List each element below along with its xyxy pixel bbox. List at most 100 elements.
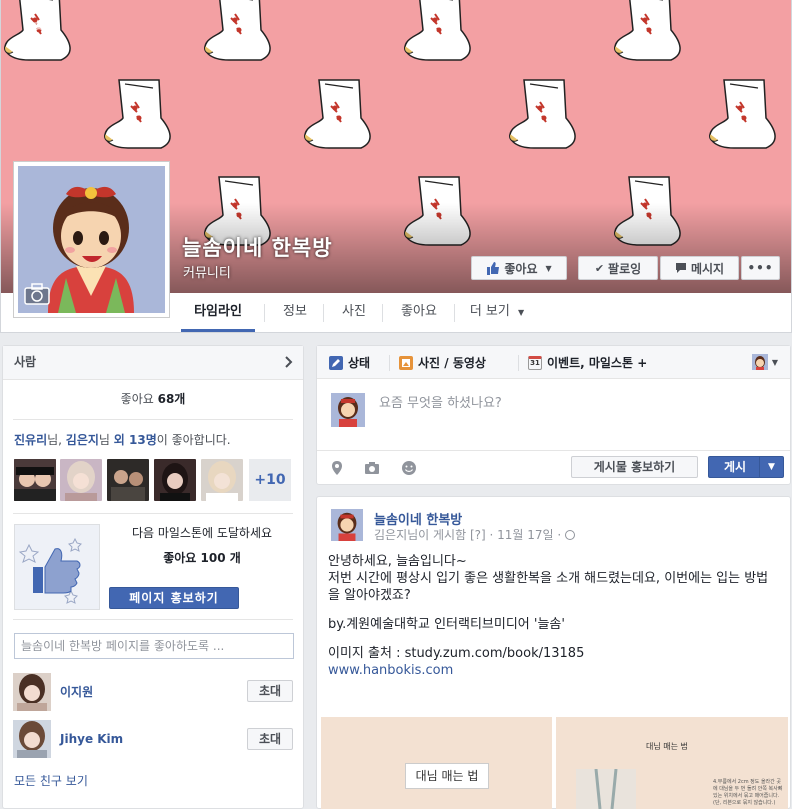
- chat-bubble-icon: [675, 263, 686, 273]
- tab-divider: [518, 355, 519, 371]
- meta-separator: [?] ·: [466, 528, 498, 542]
- composer-tab-status[interactable]: 상태: [329, 346, 370, 379]
- like-count-prefix: 좋아요: [120, 392, 158, 406]
- milestone-illustration: [14, 524, 100, 610]
- page-avatar-icon: [751, 354, 768, 370]
- divider: [13, 619, 293, 620]
- invite-button[interactable]: 초대: [247, 680, 293, 702]
- post-image[interactable]: 대님 매는 법 4.무릎에서 2cm 정도 올라간 곳에 대님을 두 번 돌려 …: [556, 717, 788, 809]
- status-label: 상태: [348, 355, 371, 370]
- tab-divider: [323, 304, 324, 322]
- location-pin-icon[interactable]: [329, 460, 345, 476]
- friend-photo[interactable]: [60, 459, 102, 501]
- caret-down-icon: ▼: [518, 308, 525, 317]
- more-friends-count[interactable]: +10: [249, 459, 291, 501]
- thumbs-up-icon: [487, 261, 500, 275]
- tab-about[interactable]: 정보: [266, 293, 324, 332]
- friend-name[interactable]: 이지원: [60, 683, 93, 700]
- promote-page-button[interactable]: 페이지 홍보하기: [109, 587, 239, 609]
- friend-link[interactable]: 진유리: [14, 433, 47, 447]
- milestone-goal: 좋아요 100 개: [163, 551, 241, 565]
- post-button[interactable]: 게시 ▼: [708, 456, 784, 478]
- camera-icon[interactable]: [364, 460, 380, 476]
- following-button[interactable]: ✔ 팔로잉: [578, 256, 658, 280]
- event-label: 이벤트, 마일스톤 +: [547, 355, 648, 370]
- post-image[interactable]: 대님 매는 법: [321, 717, 552, 809]
- others-link[interactable]: 외 13명: [114, 433, 157, 447]
- image-illustration: [576, 769, 636, 809]
- boost-post-button[interactable]: 게시물 홍보하기: [571, 456, 698, 478]
- post-composer: 상태 사진 / 동영상 31 이벤트, 마일스톤 + ▼ 요즘 무엇을 하셨나요…: [316, 345, 791, 485]
- tab-divider: [264, 304, 265, 322]
- caret-down-icon: ▼: [545, 263, 552, 273]
- photo-label: 사진 / 동영상: [418, 355, 486, 370]
- camera-icon[interactable]: [28, 22, 50, 40]
- like-page-label: 좋아요: [504, 261, 538, 276]
- tab-more[interactable]: 더 보기 ▼: [459, 293, 535, 332]
- tab-timeline[interactable]: 타임라인: [181, 293, 255, 332]
- image-note: 4.무릎에서 2cm 정도 올라간 곳에 대님을 두 번 돌려 안쪽 복사뼈 있…: [713, 779, 783, 806]
- friends-text: 이 좋아합니다.: [156, 433, 231, 447]
- tab-photos[interactable]: 사진: [325, 293, 383, 332]
- calendar-day: 31: [530, 358, 540, 367]
- following-label: 팔로잉: [608, 261, 642, 276]
- post-meta: 김은지님이 게시함 [?] · 11월 17일 ·: [374, 526, 576, 543]
- thumbs-up-icon: [18, 537, 82, 604]
- camera-icon[interactable]: [24, 283, 50, 305]
- post-line: 저번 시간에 평상시 입기 좋은 생활한복을 소개 해드렸는데요, 이번에는 입…: [328, 571, 769, 603]
- post-button-label: 게시: [723, 460, 747, 474]
- post-line: 안녕하세요, 늘솜입니다~: [328, 554, 467, 569]
- like-page-button[interactable]: 좋아요 ▼: [471, 256, 567, 280]
- friend-photo[interactable]: [201, 459, 243, 501]
- friend-photo[interactable]: [154, 459, 196, 501]
- image-caption: 대님 매는 법: [405, 763, 489, 789]
- post-author-avatar[interactable]: [331, 509, 363, 541]
- friends-text: 님: [98, 433, 114, 447]
- calendar-icon: 31: [528, 355, 542, 370]
- caret-down-icon[interactable]: ▼: [759, 457, 783, 477]
- posted-by[interactable]: 김은지님이 게시함: [374, 528, 466, 542]
- post-link[interactable]: www.hanbokis.com: [328, 662, 780, 679]
- see-all-friends-link[interactable]: 모든 친구 보기: [14, 772, 88, 789]
- like-count: 좋아요 68개: [3, 390, 303, 407]
- friends-text: 님,: [47, 433, 66, 447]
- divider: [13, 419, 293, 420]
- chevron-right-icon[interactable]: [285, 356, 293, 368]
- caret-down-icon: ▼: [771, 357, 778, 367]
- composer-footer: 게시물 홍보하기 게시 ▼: [317, 450, 790, 484]
- tab-divider: [389, 355, 390, 371]
- composer-tab-event[interactable]: 31 이벤트, 마일스톤 +: [528, 346, 647, 379]
- invite-friends-input[interactable]: 늘솜이네 한복방 페이지를 좋아하도록 ...: [14, 633, 294, 659]
- checkmark-icon: ✔: [594, 261, 605, 275]
- post-date[interactable]: 11월 17일: [497, 528, 553, 542]
- more-options-button[interactable]: •••: [741, 256, 780, 280]
- people-header[interactable]: 사람: [3, 346, 303, 380]
- feed-post: 늘솜이네 한복방 김은지님이 게시함 [?] · 11월 17일 · 안녕하세요…: [316, 496, 791, 809]
- smiley-icon[interactable]: [401, 460, 417, 476]
- tab-likes[interactable]: 좋아요: [384, 293, 454, 332]
- friend-avatar[interactable]: [13, 720, 51, 758]
- composer-tabs: 상태 사진 / 동영상 31 이벤트, 마일스톤 + ▼: [317, 346, 790, 379]
- friend-avatar[interactable]: [13, 673, 51, 711]
- friend-photo[interactable]: [107, 459, 149, 501]
- pencil-icon: [329, 355, 343, 370]
- tab-more-label: 더 보기: [469, 304, 510, 319]
- composer-tab-photo[interactable]: 사진 / 동영상: [399, 346, 486, 379]
- page-category[interactable]: 커뮤니티: [183, 262, 231, 281]
- like-count-value: 68개: [157, 392, 186, 406]
- friends-who-like: 진유리님, 김은지님 외 13명이 좋아합니다.: [14, 431, 231, 448]
- message-label: 메시지: [690, 261, 725, 276]
- friend-name[interactable]: Jihye Kim: [60, 732, 123, 746]
- tab-divider: [382, 304, 383, 322]
- invite-button[interactable]: 초대: [247, 728, 293, 750]
- composer-input[interactable]: 요즘 무엇을 하셨나요?: [379, 392, 502, 411]
- post-line: 이미지 출처 : study.zum.com/book/13185: [328, 646, 585, 661]
- meta-separator: ·: [557, 528, 562, 542]
- message-button[interactable]: 메시지: [660, 256, 739, 280]
- friend-photo[interactable]: [14, 459, 56, 501]
- friend-link[interactable]: 김은지: [66, 433, 99, 447]
- page-identity-selector[interactable]: ▼: [751, 354, 778, 370]
- people-card: 사람 좋아요 68개 진유리님, 김은지님 외 13명이 좋아합니다. +10 …: [2, 345, 304, 809]
- post-body: 안녕하세요, 늘솜입니다~ 저번 시간에 평상시 입기 좋은 생활한복을 소개 …: [328, 553, 780, 679]
- page-title[interactable]: 늘솜이네 한복방: [182, 232, 333, 262]
